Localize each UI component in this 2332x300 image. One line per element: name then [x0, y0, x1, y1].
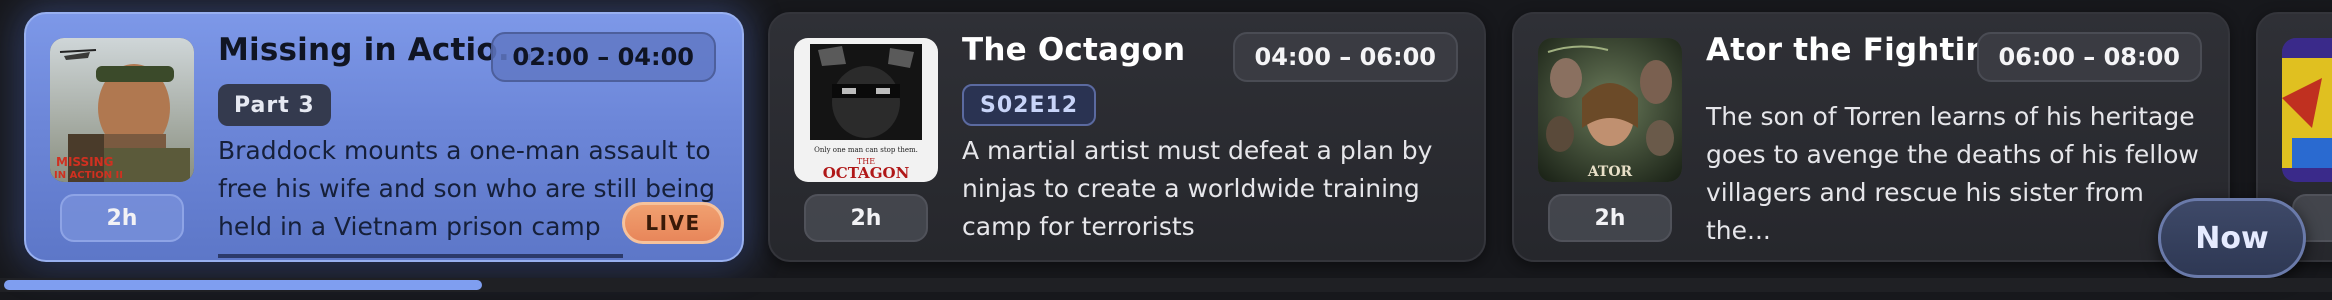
program-title: Missing in Actio... — [218, 32, 534, 68]
poster-title-text: ATOR — [1587, 164, 1633, 180]
time-slot: 02:00 – 04:00 — [490, 32, 716, 82]
program-card-ator-the-fighting-eagle[interactable]: ATOR 2h Ator the Fightin... 06:00 – 08:0… — [1512, 12, 2230, 262]
poster-art: MISSING IN ACTION II — [50, 38, 194, 182]
poster-title-text: OCTAGON — [823, 164, 910, 182]
program-card-the-octagon[interactable]: Only one man can stop them. THE OCTAGON … — [768, 12, 1486, 262]
program-title: Ator the Fightin... — [1706, 32, 2024, 68]
description-line: ninjas to create a worldwide training — [962, 174, 1420, 203]
time-slot: 06:00 – 08:00 — [1976, 32, 2202, 82]
description-line: goes to avenge the deaths of his fellow — [1706, 140, 2199, 169]
duration-badge: 2h — [804, 194, 928, 242]
poster-tagline: Only one man can stop them. — [814, 146, 918, 154]
duration-badge: 2h — [1548, 194, 1672, 242]
episode-badge: S02E12 — [962, 84, 1097, 126]
svg-text:IN ACTION II: IN ACTION II — [54, 170, 123, 181]
poster-image: MISSING IN ACTION II — [50, 38, 194, 182]
poster-art: Only one man can stop them. THE OCTAGON — [794, 38, 938, 182]
poster-art — [2282, 38, 2332, 182]
duration-badge: 2h — [60, 194, 184, 242]
time-slot: 04:00 – 06:00 — [1232, 32, 1458, 82]
poster-image — [2282, 38, 2332, 182]
poster-art: ATOR — [1538, 38, 1682, 182]
poster-image: ATOR — [1538, 38, 1682, 182]
scrollbar-thumb[interactable] — [4, 280, 482, 290]
program-description: The son of Torren learns of his heritage… — [1706, 98, 2206, 250]
program-card-missing-in-action[interactable]: MISSING IN ACTION II 2h Missing in Actio… — [24, 12, 744, 262]
program-progress-bar — [218, 254, 623, 258]
poster-title-text: MISSING — [56, 155, 114, 169]
description-line: The son of Torren learns of his heritage — [1706, 102, 2195, 131]
epg-program-rail: MISSING IN ACTION II 2h Missing in Actio… — [0, 0, 2332, 300]
live-badge: LIVE — [622, 202, 724, 244]
program-title: The Octagon — [962, 32, 1186, 68]
description-line: villagers and rescue his sister from the… — [1706, 178, 2144, 245]
description-line: A martial artist must defeat a plan by — [962, 136, 1433, 165]
program-description: A martial artist must defeat a plan by n… — [962, 132, 1462, 246]
description-line: camp for terrorists — [962, 212, 1195, 241]
horizontal-scrollbar[interactable] — [0, 278, 2332, 292]
episode-badge: Part 3 — [218, 84, 331, 126]
description-line: Braddock mounts a one-man assault to — [218, 136, 711, 165]
jump-to-now-button[interactable]: Now — [2158, 198, 2306, 278]
poster-image: Only one man can stop them. THE OCTAGON — [794, 38, 938, 182]
